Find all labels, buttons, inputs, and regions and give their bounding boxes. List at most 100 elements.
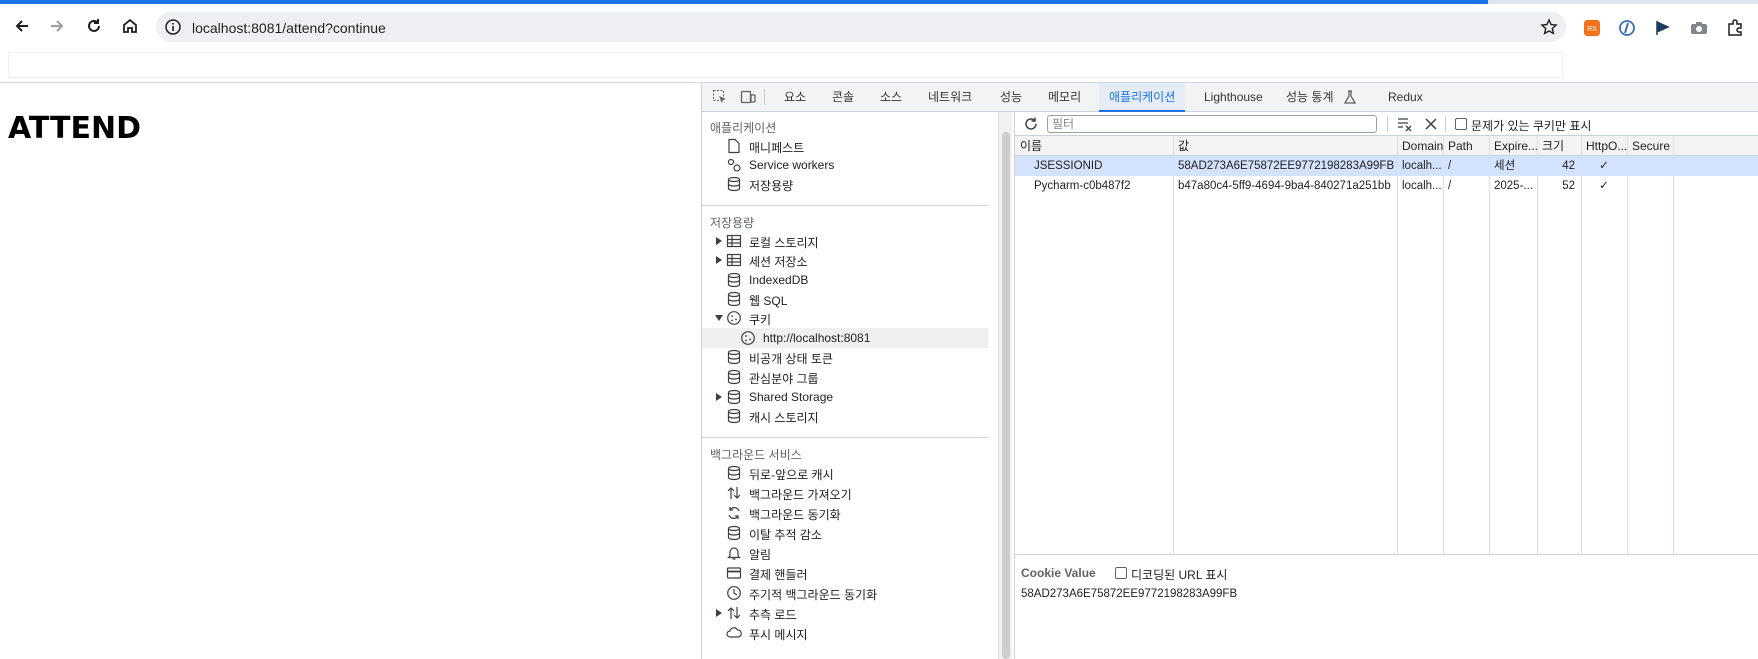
delete-all-icon[interactable]	[1423, 116, 1439, 132]
clock-icon	[727, 586, 741, 600]
sidebar-item-bfcache[interactable]: 뒤로-앞으로 캐시	[702, 463, 988, 483]
address-bar[interactable]: localhost:8081/attend?continue	[156, 12, 1566, 42]
puzzle-icon[interactable]	[1726, 19, 1744, 37]
database-icon	[727, 465, 741, 481]
col-header-name[interactable]: 이름	[1015, 136, 1173, 156]
url-text[interactable]: localhost:8081/attend?continue	[192, 20, 386, 36]
sidebar-item-local-storage[interactable]: 로컬 스토리지	[702, 231, 988, 251]
col-header-path[interactable]: Path	[1443, 136, 1489, 156]
tab-lighthouse[interactable]: Lighthouse	[1204, 83, 1263, 112]
sidebar-item-private-state-tokens[interactable]: 비공개 상태 토큰	[702, 347, 988, 367]
sidebar-item-payment-handler[interactable]: 결제 핸들러	[702, 563, 988, 583]
extension-blue-icon[interactable]	[1618, 19, 1636, 37]
sidebar-item-service-workers[interactable]: Service workers	[702, 155, 988, 175]
tab-application[interactable]: 애플리케이션	[1099, 83, 1186, 112]
section-background-services: 백그라운드 서비스	[710, 448, 802, 462]
cookie-icon	[741, 331, 755, 345]
section-storage: 저장용량	[710, 216, 755, 230]
sidebar-item-indexeddb[interactable]: IndexedDB	[702, 270, 988, 290]
info-icon[interactable]	[164, 18, 182, 36]
sidebar-item-storage[interactable]: 저장용량	[702, 174, 988, 194]
filter-input[interactable]: 필터	[1047, 115, 1377, 133]
sidebar-item-manifest[interactable]: 매니페스트	[702, 136, 988, 156]
col-header-size[interactable]: 크기	[1537, 136, 1581, 156]
table-icon	[726, 234, 742, 248]
sidebar-item-push-messaging[interactable]: 푸시 메시지	[702, 623, 988, 643]
sidebar-scrollbar[interactable]	[998, 112, 1012, 659]
collapse-arrow-icon[interactable]	[715, 314, 723, 322]
sidebar-item-speculative-loads[interactable]: 추측 로드	[702, 603, 988, 623]
updown-icon	[727, 607, 741, 619]
sidebar-item-cookies[interactable]: 쿠키	[702, 308, 988, 328]
col-header-httponly[interactable]: HttpO...	[1581, 136, 1627, 156]
tab-performance[interactable]: 성능	[1000, 83, 1022, 112]
sidebar-item-session-storage[interactable]: 세션 저장소	[702, 250, 988, 270]
sidebar-item-periodic-sync[interactable]: 주기적 백그라운드 동기화	[702, 583, 988, 603]
tab-redux[interactable]: Redux	[1388, 83, 1423, 112]
section-application: 애플리케이션	[710, 121, 777, 135]
sidebar-item-interest-groups[interactable]: 관심분야 그룹	[702, 367, 988, 387]
gears-icon	[727, 158, 741, 172]
database-icon	[727, 389, 741, 405]
clear-filtered-icon[interactable]	[1397, 116, 1413, 132]
reload-button[interactable]	[80, 12, 108, 40]
extension-orange-icon[interactable]: RX	[1583, 19, 1601, 37]
col-header-domain[interactable]: Domain	[1397, 136, 1443, 156]
star-icon[interactable]	[1540, 18, 1558, 36]
col-header-value[interactable]: 값	[1173, 136, 1397, 156]
extension-flag-icon[interactable]	[1654, 19, 1672, 37]
devtools-panel: 요소 콘솔 소스 네트워크 성능 메모리 애플리케이션 Lighthouse 성…	[701, 83, 1758, 659]
database-icon	[727, 349, 741, 365]
application-sidebar: 애플리케이션 매니페스트 Service workers 저장용량 저장용량 로…	[702, 112, 988, 659]
refresh-icon[interactable]	[1023, 116, 1039, 132]
sidebar-item-cache-storage[interactable]: 캐시 스토리지	[702, 406, 988, 426]
col-header-secure[interactable]: Secure	[1627, 136, 1758, 156]
back-button[interactable]	[8, 12, 36, 40]
inspect-element-icon[interactable]	[712, 89, 728, 105]
sidebar-item-web-sql[interactable]: 웹 SQL	[702, 289, 988, 309]
tab-performance-insights[interactable]: 성능 통계	[1286, 83, 1334, 112]
cloud-icon	[726, 627, 742, 638]
cookie-table: 이름 값 Domain Path Expire... 크기 HttpO... S…	[1015, 136, 1758, 554]
home-button[interactable]	[116, 12, 144, 40]
bell-icon	[727, 547, 741, 560]
forward-button[interactable]	[43, 12, 71, 40]
expand-arrow-icon[interactable]	[715, 609, 723, 617]
camera-icon[interactable]	[1690, 19, 1708, 37]
home-icon	[123, 18, 137, 33]
decoded-url-checkbox[interactable]	[1115, 567, 1127, 579]
page-content: ATTEND	[0, 83, 700, 659]
table-icon	[726, 253, 742, 267]
tab-memory[interactable]: 메모리	[1048, 83, 1081, 112]
browser-toolbar: localhost:8081/attend?continue RX	[0, 4, 1758, 48]
expand-arrow-icon[interactable]	[715, 237, 723, 245]
sidebar-item-shared-storage[interactable]: Shared Storage	[702, 387, 988, 407]
sync-icon	[728, 507, 740, 519]
cookie-toolbar: 필터 문제가 있는 쿠키만 표시	[1015, 112, 1758, 136]
only-issues-checkbox[interactable]	[1455, 118, 1467, 130]
expand-arrow-icon[interactable]	[715, 256, 723, 264]
sidebar-item-notifications[interactable]: 알림	[702, 543, 988, 563]
expand-arrow-icon[interactable]	[715, 393, 723, 401]
sidebar-item-background-fetch[interactable]: 백그라운드 가져오기	[702, 483, 988, 503]
sidebar-scrollbar-thumb[interactable]	[1002, 132, 1010, 659]
database-icon	[727, 291, 741, 307]
table-row[interactable]: JSESSIONID 58AD273A6E75872EE9772198283A9…	[1015, 156, 1758, 176]
decoded-url-label: 디코딩된 URL 표시	[1131, 568, 1228, 582]
file-icon	[728, 138, 740, 154]
col-header-expires[interactable]: Expire...	[1489, 136, 1537, 156]
sidebar-item-bounce-tracking[interactable]: 이탈 추적 감소	[702, 523, 988, 543]
cookie-value-text[interactable]: 58AD273A6E75872EE9772198283A99FB	[1021, 588, 1237, 600]
cookie-panel: 필터 문제가 있는 쿠키만 표시 이름 값 Domain Path Expire…	[1014, 112, 1758, 659]
tab-elements[interactable]: 요소	[784, 83, 806, 112]
sidebar-item-background-sync[interactable]: 백그라운드 동기화	[702, 503, 988, 523]
table-row[interactable]: Pycharm-c0b487f2 b47a80c4-5ff9-4694-9ba4…	[1015, 176, 1758, 196]
bookmark-bar	[0, 48, 1758, 83]
devtools-tab-bar: 요소 콘솔 소스 네트워크 성능 메모리 애플리케이션 Lighthouse 성…	[702, 83, 1758, 112]
device-toolbar-icon[interactable]	[740, 89, 756, 105]
tab-console[interactable]: 콘솔	[832, 83, 854, 112]
flask-icon	[1343, 90, 1357, 104]
tab-sources[interactable]: 소스	[880, 83, 902, 112]
sidebar-item-cookie-localhost[interactable]: http://localhost:8081	[702, 328, 988, 348]
tab-network[interactable]: 네트워크	[928, 83, 972, 112]
